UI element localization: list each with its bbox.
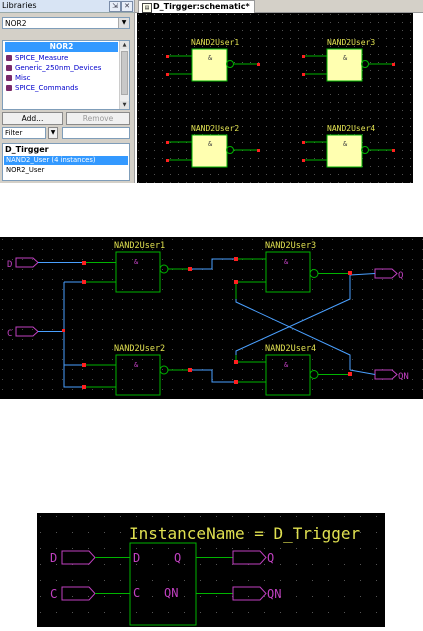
instance-label: NAND2User2 bbox=[114, 344, 165, 354]
svg-text:QN: QN bbox=[398, 372, 409, 382]
chevron-down-icon[interactable]: ▼ bbox=[118, 18, 129, 28]
cell-list-item-selected[interactable]: NAND2_User (4 instances) bbox=[4, 156, 128, 165]
instance-label: NAND2User1 bbox=[114, 241, 165, 251]
libraries-panel: Libraries ⇲ ✕ NOR2 ▼ NOR2 SPICE_Measure … bbox=[0, 0, 135, 183]
filter-input[interactable] bbox=[62, 127, 130, 139]
pin-label-qn: QN bbox=[164, 586, 178, 600]
add-library-button[interactable]: Add... bbox=[2, 112, 63, 125]
library-select-value: NOR2 bbox=[5, 19, 27, 28]
pin-label-c: C bbox=[133, 586, 140, 600]
tab-schematic[interactable]: ▤ D_Tirgger:schematic* bbox=[138, 0, 255, 13]
instance-label: NAND2User4 bbox=[265, 344, 316, 354]
editor-tabbar: ▤ D_Tirgger:schematic* bbox=[135, 0, 423, 13]
library-icon bbox=[6, 75, 12, 81]
cell-list-item[interactable]: NOR2_User bbox=[6, 166, 44, 175]
library-icon bbox=[6, 65, 12, 71]
scroll-up-icon[interactable]: ▲ bbox=[120, 41, 129, 49]
schematic-canvas-wired[interactable]: D C Q QN NAND2User1 & NAND2User3 & NAND2… bbox=[0, 237, 423, 399]
libraries-panel-header: Libraries ⇲ ✕ bbox=[0, 0, 134, 13]
library-list-item[interactable]: Misc bbox=[6, 74, 30, 83]
instance-label: NAND2User2 bbox=[191, 124, 239, 133]
library-list[interactable]: NOR2 SPICE_Measure Generic_250nm_Devices… bbox=[2, 40, 130, 110]
library-list-item-selected[interactable]: NOR2 bbox=[5, 42, 118, 52]
library-icon bbox=[6, 85, 12, 91]
chevron-down-icon[interactable]: ▼ bbox=[48, 127, 58, 139]
library-list-item[interactable]: SPICE_Measure bbox=[6, 54, 68, 63]
library-icon bbox=[6, 55, 12, 61]
instance-label: NAND2User3 bbox=[327, 38, 375, 47]
schematic-wired-svg: D C Q QN NAND2User1 & NAND2User3 & NAND2… bbox=[0, 237, 423, 399]
instance-name-label: InstanceName = D_Trigger bbox=[129, 524, 361, 543]
symbol-canvas[interactable]: InstanceName = D_Trigger D C Q QN D C Q … bbox=[37, 513, 385, 627]
cell-list[interactable]: D_Tirgger NAND2_User (4 instances) NOR2_… bbox=[2, 143, 130, 181]
pin-label-d: D bbox=[133, 551, 140, 565]
tab-schematic-label: D_Tirgger:schematic* bbox=[153, 2, 250, 11]
svg-text:Q: Q bbox=[267, 551, 274, 565]
svg-text:Q: Q bbox=[398, 271, 403, 281]
filter-select[interactable]: Filter bbox=[2, 127, 46, 139]
library-select[interactable]: NOR2 ▼ bbox=[2, 17, 130, 29]
svg-text:QN: QN bbox=[267, 587, 281, 601]
library-list-item[interactable]: Generic_250nm_Devices bbox=[6, 64, 101, 73]
svg-text:C: C bbox=[50, 587, 57, 601]
library-list-item[interactable]: SPICE_Commands bbox=[6, 84, 78, 93]
cell-list-header: D_Tirgger bbox=[5, 145, 49, 154]
instance-label: NAND2User3 bbox=[265, 241, 316, 251]
close-icon[interactable]: ✕ bbox=[121, 1, 133, 12]
instance-label: NAND2User4 bbox=[327, 124, 375, 133]
scrollbar-thumb[interactable] bbox=[121, 51, 128, 95]
remove-library-button[interactable]: Remove bbox=[66, 112, 130, 125]
schematic-icon: ▤ bbox=[142, 3, 152, 13]
instance-label: NAND2User1 bbox=[191, 38, 239, 47]
libraries-panel-title: Libraries bbox=[2, 1, 37, 10]
svg-text:D: D bbox=[50, 551, 57, 565]
symbol-svg: InstanceName = D_Trigger D C Q QN D C Q … bbox=[37, 513, 385, 627]
scroll-down-icon[interactable]: ▼ bbox=[120, 101, 129, 109]
svg-text:D: D bbox=[7, 260, 12, 270]
schematic-canvas-top[interactable]: NAND2User1 & NAND2User3 & NAND2User2 & N… bbox=[137, 13, 413, 183]
library-list-scrollbar[interactable]: ▲ ▼ bbox=[119, 41, 129, 109]
pin-label-q: Q bbox=[174, 551, 181, 565]
svg-text:C: C bbox=[7, 329, 12, 339]
schematic-top-svg: NAND2User1 & NAND2User3 & NAND2User2 & N… bbox=[137, 13, 413, 183]
pin-icon[interactable]: ⇲ bbox=[109, 1, 121, 12]
